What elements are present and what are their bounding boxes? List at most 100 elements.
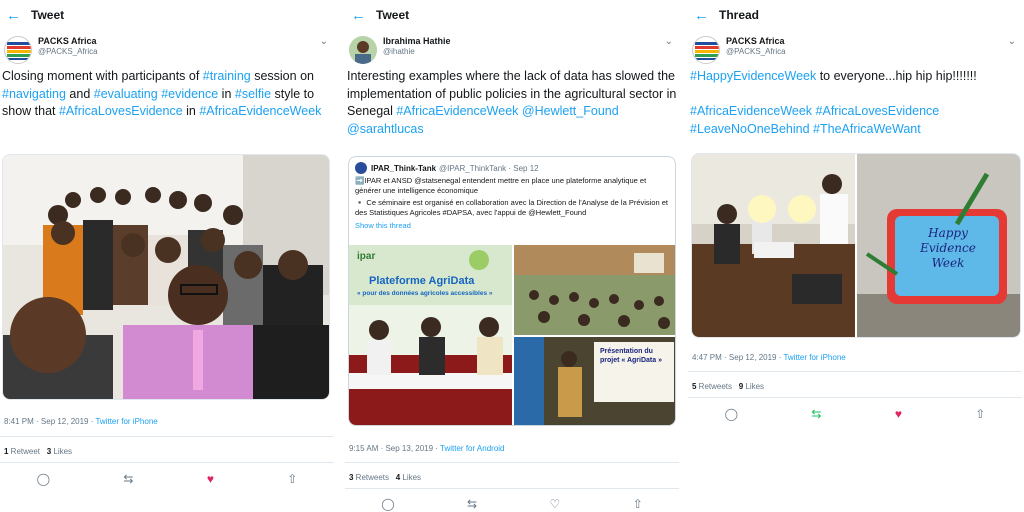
hashtag-link[interactable]: #evaluating: [94, 87, 158, 101]
tweet-panel-ihathie: ← Tweet Ibrahima Hathie @ihathie ⌄ Inter…: [345, 0, 679, 512]
user-handle[interactable]: @PACKS_Africa: [38, 47, 98, 57]
likes-count[interactable]: 3 Likes: [47, 447, 72, 456]
hashtag-link[interactable]: #AfricaEvidenceWeek: [690, 104, 812, 118]
hashtag-link[interactable]: @Hewlett_Found: [522, 104, 619, 118]
likes-count[interactable]: 4 Likes: [396, 473, 421, 482]
top-bar: ← Tweet: [0, 0, 334, 30]
tweet-source-link[interactable]: Twitter for iPhone: [95, 417, 157, 426]
tweet-photo[interactable]: [692, 154, 855, 337]
chevron-down-icon[interactable]: ⌄: [320, 36, 328, 47]
tweet-source-link[interactable]: Twitter for Android: [440, 444, 504, 453]
hashtag-link[interactable]: #AfricaLovesEvidence: [59, 104, 183, 118]
heart-icon[interactable]: ♥: [895, 407, 902, 421]
display-name[interactable]: PACKS Africa: [38, 36, 98, 47]
share-icon[interactable]: ⇧: [287, 472, 297, 486]
divider: [688, 371, 1022, 372]
tweet-source-link[interactable]: Twitter for iPhone: [783, 353, 845, 362]
hashtag-link[interactable]: #AfricaLovesEvidence: [816, 104, 940, 118]
tweet-photo[interactable]: [2, 154, 330, 400]
quoted-text-line: ➡️IPAR et ANSD @statsenegal entendent me…: [355, 176, 647, 195]
retweet-icon[interactable]: ⇆: [811, 407, 821, 421]
hashtag-link[interactable]: #training: [203, 69, 251, 83]
tweet-text-segment: in: [218, 86, 235, 101]
tweet-stats: 5 Retweets 9 Likes: [692, 382, 764, 391]
tweet-panel-packs-happy: ← Thread PACKS Africa @PACKS_Africa ⌄ #H…: [688, 0, 1022, 512]
quoted-tweet[interactable]: IPAR_Think-Tank @IPAR_ThinkTank · Sep 12…: [348, 156, 676, 426]
user-handle[interactable]: @ihathie: [383, 47, 451, 57]
tweet-text: Closing moment with participants of #tra…: [0, 68, 334, 121]
reply-icon[interactable]: ◯: [381, 497, 394, 511]
tweet-photo[interactable]: Happy Evidence Week: [857, 154, 1020, 337]
retweet-icon[interactable]: ⇆: [123, 472, 133, 486]
tweet-header: Ibrahima Hathie @ihathie ⌄: [345, 30, 679, 70]
heart-icon[interactable]: ♥: [207, 472, 214, 486]
share-icon[interactable]: ⇧: [633, 497, 643, 511]
cake-text: Happy Evidence Week: [920, 226, 976, 270]
hashtag-link[interactable]: #navigating: [2, 87, 66, 101]
quoted-tweet-header: IPAR_Think-Tank @IPAR_ThinkTank · Sep 12: [349, 157, 675, 176]
quoted-photo[interactable]: [514, 245, 675, 335]
arrow-left-icon[interactable]: ←: [0, 8, 26, 23]
chevron-down-icon[interactable]: ⌄: [665, 36, 673, 47]
show-thread-link[interactable]: Show this thread: [349, 218, 675, 230]
tweet-text-segment: [939, 104, 942, 118]
retweets-count[interactable]: 3 Retweets: [349, 473, 389, 482]
quoted-text-line: ▪️ Ce séminaire est organisé en collabor…: [355, 198, 669, 217]
tweet-text-segment: session on: [250, 69, 314, 83]
quoted-photo[interactable]: ipar Plateforme AgriData « pour des donn…: [349, 245, 512, 425]
hashtag-link[interactable]: #selfie: [235, 87, 271, 101]
tweet-text-segment: and: [65, 86, 94, 101]
hashtag-link[interactable]: #TheAfricaWeWant: [813, 122, 921, 136]
reply-icon[interactable]: ◯: [725, 407, 738, 421]
banner-subtitle: « pour des données agricoles accessibles…: [357, 290, 493, 297]
divider: [345, 488, 679, 489]
retweet-icon[interactable]: ⇆: [467, 497, 477, 511]
display-name[interactable]: Ibrahima Hathie: [383, 36, 451, 47]
avatar: [355, 162, 367, 174]
divider: [0, 436, 334, 437]
quoted-handle: @IPAR_ThinkTank · Sep 12: [439, 163, 539, 173]
display-name[interactable]: PACKS Africa: [726, 36, 786, 47]
heart-icon[interactable]: ♡: [550, 497, 561, 511]
hashtag-link[interactable]: #evidence: [161, 87, 218, 101]
tweet-photo-grid: Happy Evidence Week: [691, 153, 1021, 338]
page-title: Tweet: [376, 8, 410, 22]
tweet-text: Interesting examples where the lack of d…: [345, 68, 679, 138]
quoted-photo-grid: ipar Plateforme AgriData « pour des donn…: [349, 245, 675, 425]
hashtag-link[interactable]: #AfricaEvidenceWeek: [396, 104, 518, 118]
quoted-display-name: IPAR_Think-Tank: [371, 163, 437, 173]
banner-brand: ipar: [357, 251, 376, 262]
chevron-down-icon[interactable]: ⌄: [1008, 36, 1016, 47]
quoted-photo[interactable]: Présentation du projet « AgriData »: [514, 337, 675, 425]
page-title: Thread: [719, 8, 760, 22]
tweet-stats: 3 Retweets 4 Likes: [349, 473, 421, 482]
arrow-left-icon[interactable]: ←: [688, 8, 714, 23]
tweet-text-segment: in: [182, 104, 200, 118]
avatar[interactable]: [692, 36, 720, 64]
divider: [345, 462, 679, 463]
retweets-count[interactable]: 5 Retweets: [692, 382, 732, 391]
top-bar: ← Thread: [688, 0, 1022, 30]
avatar[interactable]: [349, 36, 377, 64]
retweets-count[interactable]: 1 Retweet: [4, 447, 40, 456]
projected-slide-text: Présentation du projet « AgriData »: [600, 348, 662, 364]
tweet-actions: ◯ ⇆ ♥ ⇧: [0, 472, 334, 486]
hashtag-link[interactable]: #AfricaEvidenceWeek: [199, 104, 321, 118]
tweet-header: PACKS Africa @PACKS_Africa ⌄: [0, 30, 334, 70]
arrow-left-icon[interactable]: ←: [345, 8, 371, 23]
user-handle[interactable]: @PACKS_Africa: [726, 47, 786, 57]
tweet-panel-packs-training: ← Tweet PACKS Africa @PACKS_Africa ⌄ Clo…: [0, 0, 334, 512]
divider: [0, 462, 334, 463]
tweet-stats: 1 Retweet 3 Likes: [4, 447, 72, 456]
avatar[interactable]: [4, 36, 32, 64]
hashtag-link[interactable]: @sarahtlucas: [347, 122, 424, 136]
divider: [688, 397, 1022, 398]
tweet-header: PACKS Africa @PACKS_Africa ⌄: [688, 30, 1022, 70]
likes-count[interactable]: 9 Likes: [739, 382, 764, 391]
hashtag-link[interactable]: #HappyEvidenceWeek: [690, 69, 816, 83]
share-icon[interactable]: ⇧: [975, 407, 985, 421]
hashtag-link[interactable]: #LeaveNoOneBehind: [690, 122, 810, 136]
page-title: Tweet: [31, 8, 65, 22]
reply-icon[interactable]: ◯: [37, 472, 50, 486]
tweet-timestamp: 4:47 PM · Sep 12, 2019 · Twitter for iPh…: [692, 353, 846, 362]
